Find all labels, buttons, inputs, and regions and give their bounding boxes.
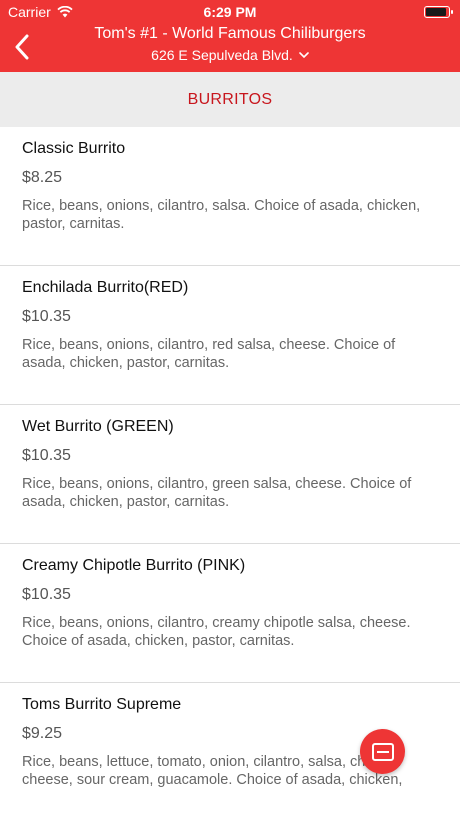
app-header: Carrier 6:29 PM Tom's #1 - World Famous … [0,0,460,72]
item-description: Rice, beans, onions, cilantro, creamy ch… [22,615,411,649]
menu-item[interactable]: Enchilada Burrito(RED) $10.35 Rice, bean… [0,266,460,405]
menu-item[interactable]: Wet Burrito (GREEN) $10.35 Rice, beans, … [0,405,460,544]
item-price: $10.35 [22,586,71,603]
chevron-down-icon [299,51,309,58]
order-icon [371,742,394,761]
section-header: BURRITOS [0,72,460,127]
location-address: 626 E Sepulveda Blvd. [151,47,293,63]
item-price: $8.25 [22,169,63,186]
restaurant-title: Tom's #1 - World Famous Chiliburgers [94,25,366,42]
item-description: Rice, beans, onions, cilantro, red salsa… [22,337,396,371]
item-name: Wet Burrito (GREEN) [22,418,174,435]
menu-list: Classic Burrito $8.25 Rice, beans, onion… [0,127,460,818]
battery-icon [424,6,453,18]
battery-level [426,8,446,16]
item-name: Creamy Chipotle Burrito (PINK) [22,557,246,574]
item-name: Toms Burrito Supreme [22,696,182,713]
menu-item[interactable]: Classic Burrito $8.25 Rice, beans, onion… [0,127,460,266]
item-description: Rice, beans, onions, cilantro, salsa. Ch… [22,198,421,232]
status-bar: Carrier 6:29 PM [0,0,460,24]
chevron-left-icon [15,34,29,60]
back-button[interactable] [8,30,36,64]
item-price: $10.35 [22,447,71,464]
item-price: $10.35 [22,308,71,325]
item-description: Rice, beans, onions, cilantro, green sal… [22,476,412,510]
location-selector[interactable]: 626 E Sepulveda Blvd. [151,45,309,65]
item-name: Enchilada Burrito(RED) [22,279,189,296]
item-name: Classic Burrito [22,140,126,157]
menu-item[interactable]: Creamy Chipotle Burrito (PINK) $10.35 Ri… [0,544,460,683]
order-fab-button[interactable] [360,729,405,774]
status-time: 6:29 PM [203,4,257,20]
section-title: BURRITOS [187,90,273,108]
header-title-block: Tom's #1 - World Famous Chiliburgers 626… [50,24,410,65]
